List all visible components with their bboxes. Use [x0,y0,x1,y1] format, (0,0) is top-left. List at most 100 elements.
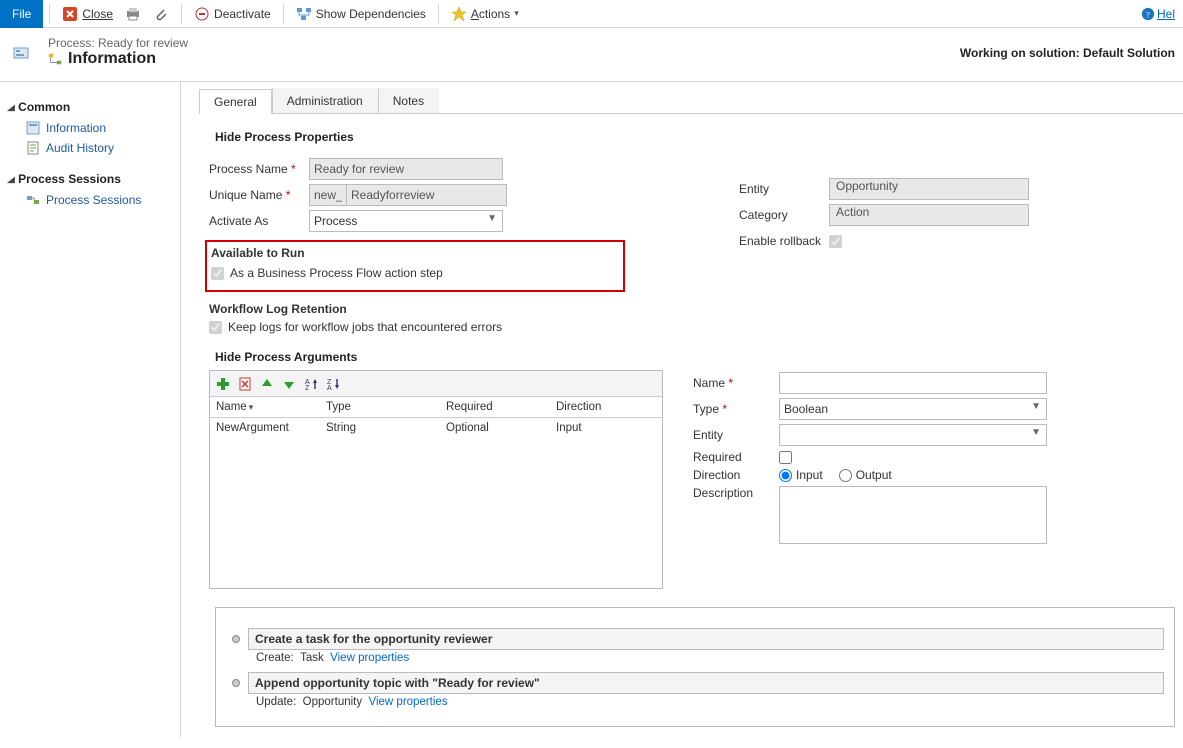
keep-logs-label: Keep logs for workflow jobs that encount… [228,320,502,334]
arguments-grid-row[interactable]: NewArgument String Optional Input [210,418,662,438]
app-toolbar: File Close Deactivate Show Dependencies … [0,0,1183,28]
delete-icon[interactable] [238,377,252,391]
nav-item-process-sessions[interactable]: Process Sessions [8,190,172,210]
cell-type: String [320,418,440,438]
help-icon: ? [1141,7,1155,21]
close-button[interactable]: Close [56,0,119,28]
close-icon [62,6,78,22]
step-title[interactable]: Create a task for the opportunity review… [248,628,1164,650]
arg-direction-label: Direction [693,468,779,482]
nav-item-audit-history[interactable]: Audit History [8,138,172,158]
move-up-icon[interactable] [260,377,274,391]
activate-as-select[interactable] [309,210,503,232]
cell-direction: Input [550,418,650,438]
enable-rollback-checkbox[interactable] [829,235,842,248]
chevron-down-icon: ▼ [487,213,497,224]
audit-icon [26,141,40,155]
sessions-icon [26,193,40,207]
arguments-grid-header: Name Type Required Direction [210,397,662,418]
step-row[interactable]: Append opportunity topic with "Ready for… [226,672,1164,694]
view-properties-link[interactable]: View properties [369,696,448,708]
available-to-run-heading: Available to Run [211,246,615,260]
arguments-grid-body: NewArgument String Optional Input [210,418,662,588]
category-value: Action [829,204,1029,226]
entity-value: Opportunity [829,178,1029,200]
col-type[interactable]: Type [320,397,440,417]
arg-name-input[interactable] [779,372,1047,394]
help-link[interactable]: ? HelHelp [1141,7,1183,21]
file-menu-button[interactable]: File [0,0,43,28]
bpf-action-step-checkbox[interactable] [211,267,224,280]
enable-rollback-label: Enable rollback [739,234,829,248]
workflow-icon [48,52,62,66]
nav-group-common[interactable]: Common [8,100,172,114]
form-icon [26,121,40,135]
solution-context-label: Working on solution: Default Solution [960,46,1175,60]
add-icon[interactable] [216,377,230,391]
step-detail: Create: Task View properties [226,650,1164,672]
printer-icon [125,6,141,22]
arg-entity-label: Entity [693,428,779,442]
toolbar-separator [181,4,182,24]
close-label: Close [82,7,113,21]
tab-general[interactable]: General [199,89,272,114]
page-header: Process: Ready for review Information Wo… [0,28,1183,82]
sort-asc-icon[interactable]: AZ [304,377,318,391]
bpf-action-step-label: As a Business Process Flow action step [230,266,443,280]
sort-desc-icon[interactable]: ZA [326,377,340,391]
arg-desc-label: Description [693,486,779,500]
deactivate-button[interactable]: Deactivate [188,0,277,28]
col-direction[interactable]: Direction [550,397,650,417]
step-title[interactable]: Append opportunity topic with "Ready for… [248,672,1164,694]
actions-label: AActionsctions [471,7,510,21]
direction-output-radio[interactable]: Output [839,468,892,482]
arg-type-select[interactable] [779,398,1047,420]
view-properties-link[interactable]: View properties [330,652,409,664]
save-and-close-button[interactable] [119,0,147,28]
direction-input-radio[interactable]: Input [779,468,823,482]
move-down-icon[interactable] [282,377,296,391]
arg-entity-select[interactable] [779,424,1047,446]
arg-type-label: Type [693,402,779,416]
file-label: File [12,7,31,21]
arg-required-checkbox[interactable] [779,451,792,464]
activate-as-label: Activate As [209,214,309,228]
actions-menu-button[interactable]: AActionsctions ▾ [445,0,525,28]
col-required[interactable]: Required [440,397,550,417]
arg-desc-input[interactable] [779,486,1047,544]
arguments-grid: AZ ZA Name Type Required Direction NewAr… [209,370,663,589]
nav-item-information[interactable]: Information [8,118,172,138]
nav-item-label: Process Sessions [46,193,141,207]
toolbar-spacer [525,0,1141,28]
dropdown-caret-icon: ▾ [514,8,519,19]
deactivate-icon [194,6,210,22]
nav-item-label: Information [46,121,106,135]
deactivate-label: Deactivate [214,7,271,21]
svg-text:Z: Z [305,385,310,391]
nav-group-process-sessions[interactable]: Process Sessions [8,172,172,186]
section-process-arguments[interactable]: Hide Process Arguments [209,350,1183,364]
argument-form: Name Type ▼ Entity ▼ [693,370,1058,589]
actions-icon [451,6,467,22]
nav-item-label: Audit History [46,141,114,155]
show-dependencies-button[interactable]: Show Dependencies [290,0,432,28]
step-row[interactable]: Create a task for the opportunity review… [226,628,1164,650]
process-name-label: Process Name [209,162,309,176]
chevron-down-icon: ▼ [1031,427,1041,438]
col-name[interactable]: Name [210,397,320,417]
chevron-down-icon: ▼ [1031,401,1041,412]
entity-label: Entity [739,182,829,196]
help-label: HelHelp [1157,7,1175,21]
tab-administration[interactable]: Administration [272,88,378,113]
page-title: Information [48,50,156,68]
unique-name-input[interactable] [347,184,507,206]
tab-notes[interactable]: Notes [378,88,439,113]
process-name-input[interactable] [309,158,503,180]
cell-required: Optional [440,418,550,438]
section-process-properties[interactable]: Hide Process Properties [209,130,1183,144]
step-detail: Update: Opportunity View properties [226,694,1164,716]
attach-button[interactable] [147,0,175,28]
step-bullet-icon [232,679,240,687]
keep-logs-checkbox[interactable] [209,321,222,334]
svg-text:?: ? [1146,9,1150,19]
